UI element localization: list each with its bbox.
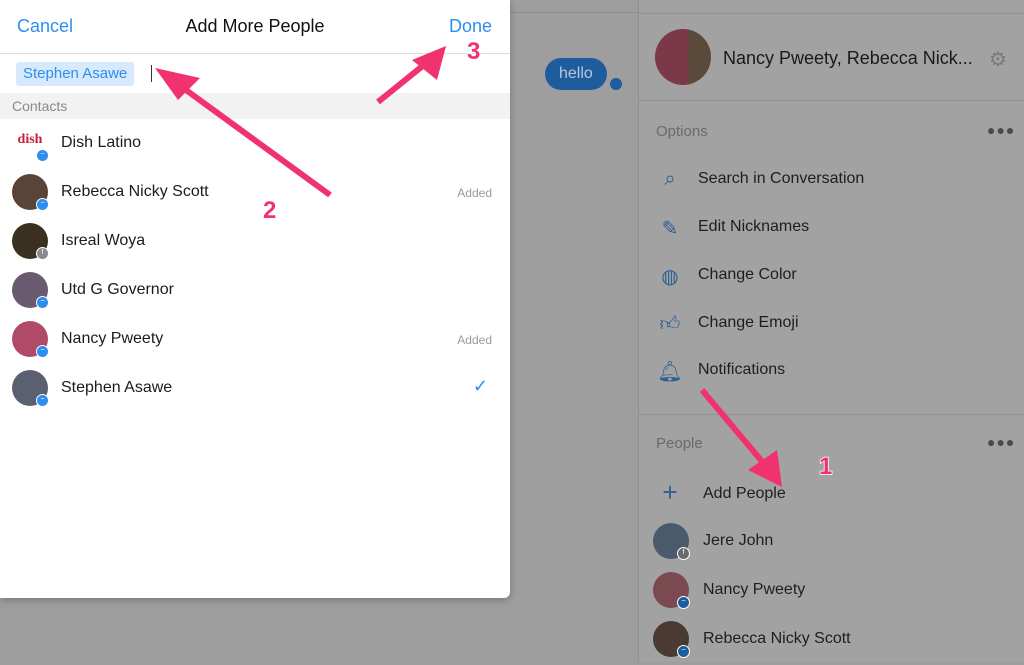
annotation-overlay: 1 2 3 [155,37,833,487]
arrow-head-icon [748,450,782,487]
arrow-head-icon [412,46,446,80]
annotation-label-1: 1 [819,453,832,480]
annotation-arrow-1 [699,388,768,467]
annotation-label-3: 3 [467,38,480,65]
annotation-label-2: 2 [263,197,276,224]
annotation-arrow-2 [173,79,332,198]
